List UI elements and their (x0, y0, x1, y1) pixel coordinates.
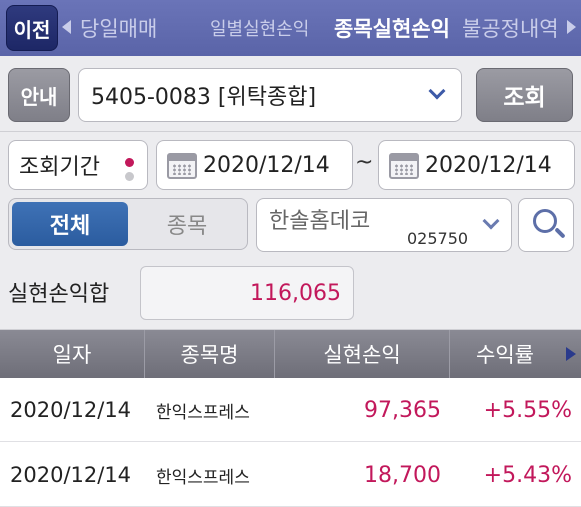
tab-unfair-trades[interactable]: 불공정내역 (462, 0, 559, 56)
cell-realized-profit: 97,365 (364, 397, 441, 423)
account-select[interactable]: 5405-0083 [위탁종합] (78, 68, 462, 122)
summary-value: 116,065 (140, 266, 354, 320)
tab-daily-trades[interactable]: 당일매매 (80, 0, 157, 56)
search-icon (533, 209, 557, 233)
cell-stock-name: 한익스프레스 (156, 402, 250, 423)
info-button[interactable]: 안내 (8, 68, 70, 122)
summary-label: 실현손익합 (8, 282, 110, 307)
cell-realized-profit: 18,700 (364, 462, 441, 488)
period-row: 조회기간 2020/12/14 2020/12/14 (0, 132, 581, 196)
account-row: 안내 5405-0083 [위탁종합] 조회 (0, 56, 581, 132)
start-date-value: 2020/12/14 (203, 152, 330, 178)
date-separator: ~ (355, 150, 374, 175)
table-header: 일자 종목명 실현손익 수익률 (0, 330, 581, 378)
column-header-stock-name[interactable]: 종목명 (145, 330, 275, 378)
period-select[interactable]: 조회기간 (8, 140, 148, 190)
indicator-dot-icon (125, 172, 134, 181)
stock-code: 025750 (407, 229, 469, 248)
account-value: 5405-0083 [위탁종합] (91, 85, 317, 110)
summary-row: 실현손익합 116,065 (0, 258, 581, 330)
cell-date: 2020/12/14 (10, 463, 132, 487)
stock-select[interactable]: 한솔홈데코 025750 (256, 198, 512, 252)
stock-name: 한솔홈데코 (269, 209, 371, 234)
cell-return-rate: +5.55% (483, 397, 572, 423)
tab-daily-realized[interactable]: 일별실현손익 (210, 0, 309, 56)
chevron-down-icon (482, 212, 500, 230)
back-button[interactable]: 이전 (6, 5, 58, 51)
column-header-realized-profit[interactable]: 실현손익 (275, 330, 450, 378)
scope-toggle: 전체 종목 (8, 198, 248, 250)
end-date-value: 2020/12/14 (425, 152, 552, 178)
top-nav: 이전 당일매매 일별실현손익 종목실현손익 불공정내역 (0, 0, 581, 56)
filter-row: 전체 종목 한솔홈데코 025750 (0, 196, 581, 258)
search-button[interactable] (518, 198, 574, 252)
cell-return-rate: +5.43% (483, 462, 572, 488)
table-row[interactable]: 2020/12/14 한익스프레스 18,700 +5.43% (0, 443, 581, 507)
end-date-field[interactable]: 2020/12/14 (378, 140, 575, 190)
calendar-icon (167, 153, 197, 179)
search-icon-handle (554, 227, 566, 239)
scroll-right-icon[interactable] (566, 347, 576, 361)
scroll-left-icon[interactable] (62, 20, 71, 34)
table-row[interactable]: 2020/12/14 한익스프레스 97,365 +5.55% (0, 378, 581, 442)
start-date-field[interactable]: 2020/12/14 (156, 140, 353, 190)
cell-stock-name: 한익스프레스 (156, 467, 250, 488)
column-header-date[interactable]: 일자 (0, 330, 145, 378)
chevron-down-icon (428, 82, 446, 100)
stock-toggle[interactable]: 종목 (129, 202, 245, 246)
column-header-return-rate[interactable]: 수익률 (450, 330, 560, 378)
cell-date: 2020/12/14 (10, 398, 132, 422)
tab-stock-realized[interactable]: 종목실현손익 (334, 0, 450, 56)
period-label: 조회기간 (19, 155, 100, 180)
scroll-right-icon[interactable] (567, 20, 576, 34)
all-toggle[interactable]: 전체 (12, 202, 128, 246)
calendar-icon (389, 153, 419, 179)
query-button[interactable]: 조회 (476, 68, 573, 122)
indicator-dot-icon (125, 158, 134, 167)
